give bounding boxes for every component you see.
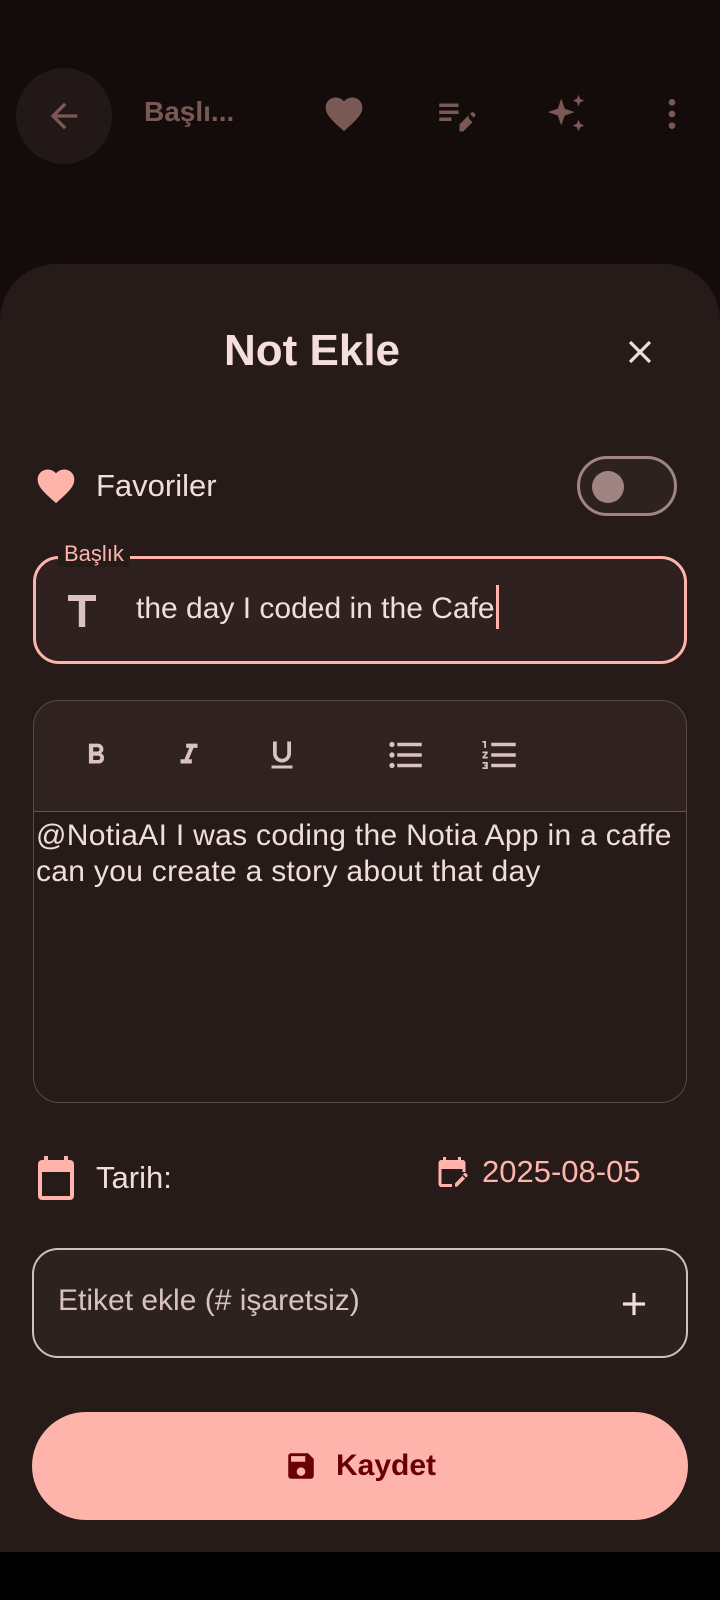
save-label: Kaydet (335, 1449, 437, 1482)
date-picker-button[interactable]: 2025-08-05 (434, 1154, 641, 1190)
more-vert-icon (668, 99, 676, 129)
heart-icon (37, 469, 75, 504)
underline-button[interactable] (258, 731, 306, 779)
bold-button[interactable] (72, 731, 120, 779)
close-button[interactable] (616, 328, 664, 376)
numbered-list-icon (482, 741, 516, 769)
favorites-label: Favoriler (96, 468, 217, 503)
toggle-knob (592, 471, 624, 503)
numbered-list-button[interactable] (476, 731, 524, 779)
back-button[interactable] (16, 68, 112, 164)
add-tag-button[interactable] (610, 1280, 658, 1328)
favorite-button[interactable] (320, 90, 368, 138)
tag-placeholder: Etiket ekle (# işaretsiz) (58, 1284, 360, 1317)
note-content-area[interactable]: @NotiaAI I was coding the Notia App in a… (34, 812, 686, 1102)
italic-button[interactable] (165, 731, 213, 779)
tag-input[interactable]: Etiket ekle (# işaretsiz) (32, 1248, 688, 1358)
bold-icon (88, 743, 105, 764)
edit-calendar-icon (438, 1157, 468, 1187)
edit-list-button[interactable] (431, 90, 479, 138)
edit-list-icon (439, 103, 476, 132)
add-note-sheet: Not Ekle Favoriler Başlık the day I code… (0, 264, 720, 1552)
text-title-icon (66, 593, 98, 634)
title-field-label: Başlık (58, 541, 130, 567)
top-app-bar: Başlı... (0, 0, 720, 232)
save-button[interactable]: Kaydet (32, 1412, 688, 1520)
more-options-button[interactable] (648, 90, 696, 138)
back-arrow-icon (50, 102, 78, 130)
close-icon (628, 340, 652, 364)
favorites-toggle[interactable] (577, 456, 677, 516)
text-caret (495, 585, 499, 629)
heart-icon (325, 97, 363, 132)
save-icon (288, 1453, 314, 1479)
note-content: @NotiaAI I was coding the Notia App in a… (36, 819, 672, 888)
favorite-heart-icon (34, 464, 78, 513)
date-label: Tarih: (96, 1160, 172, 1195)
underline-icon (271, 741, 293, 769)
title-value: the day I coded in the Cafe (136, 591, 495, 625)
topbar-title: Başlı... (144, 96, 235, 127)
italic-icon (180, 743, 198, 764)
note-editor: @NotiaAI I was coding the Notia App in a… (33, 700, 687, 1103)
calendar-icon (34, 1154, 78, 1207)
title-input[interactable]: Başlık the day I coded in the Cafe (33, 541, 687, 664)
sparkles-icon (547, 94, 585, 132)
date-value: 2025-08-05 (482, 1154, 641, 1189)
formatting-toolbar (34, 701, 686, 812)
sheet-title: Not Ekle (223, 326, 401, 375)
ai-sparkles-button[interactable] (543, 90, 591, 138)
system-nav-bar (0, 1552, 720, 1600)
plus-icon (622, 1292, 646, 1316)
bullet-list-icon (389, 741, 422, 769)
bullet-list-button[interactable] (382, 731, 430, 779)
